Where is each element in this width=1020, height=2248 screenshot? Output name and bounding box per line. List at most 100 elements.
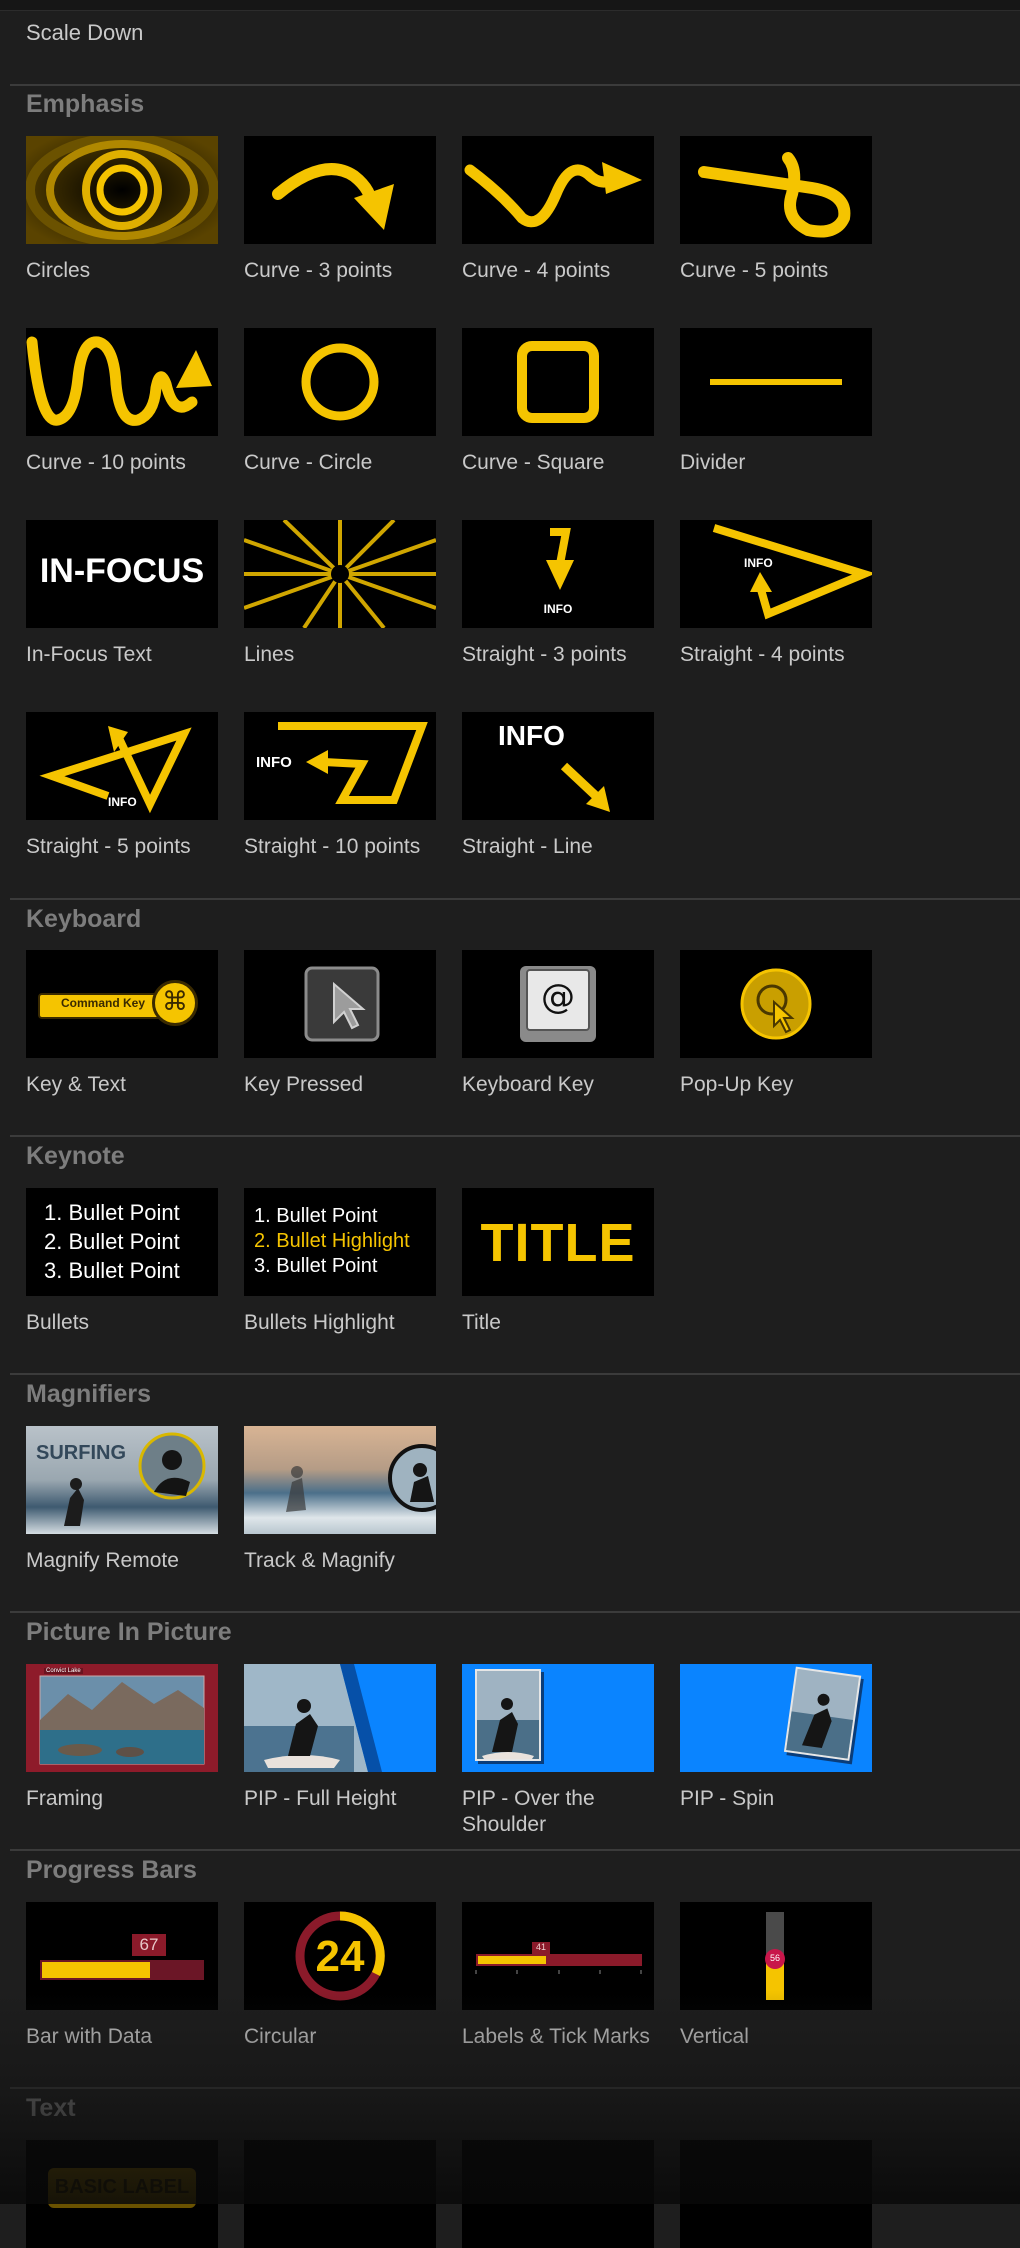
tile-label: PIP - Full Height xyxy=(244,1787,397,1810)
key-pressed-thumbnail xyxy=(244,950,436,1058)
tile-divider[interactable]: Divider xyxy=(680,328,872,476)
straight-10-points-thumbnail: INFO xyxy=(244,712,436,820)
text-thumbnail xyxy=(244,2140,436,2248)
circular-thumbnail: 24 xyxy=(244,1902,436,2010)
bar-value: 67 xyxy=(139,1935,159,1954)
tile-straight-10-points[interactable]: INFO Straight - 10 points xyxy=(244,712,436,860)
pip-spin-thumbnail xyxy=(680,1664,872,1772)
tile-label: Curve - 4 points xyxy=(462,259,611,282)
info-label: INFO xyxy=(744,556,773,570)
tile-bullets[interactable]: 1. Bullet Point 2. Bullet Point 3. Bulle… xyxy=(26,1188,218,1336)
tile-label: Curve - 3 points xyxy=(244,259,393,282)
tile-magnify-remote[interactable]: SURFING Magnify Remote xyxy=(26,1426,218,1574)
lines-thumbnail xyxy=(244,520,436,628)
labels-tick-marks-thumbnail: 41 xyxy=(462,1902,654,2010)
info-label: INFO xyxy=(498,720,565,751)
tile-curve-circle[interactable]: Curve - Circle xyxy=(244,328,436,476)
top-edge xyxy=(0,0,1020,11)
tile-title[interactable]: TITLE Title xyxy=(462,1188,654,1336)
section-title-emphasis: Emphasis xyxy=(26,90,145,118)
tile-track-and-magnify[interactable]: Track & Magnify xyxy=(244,1426,436,1574)
magnify-remote-thumbnail: SURFING xyxy=(26,1426,218,1534)
bullet-line: 3. Bullet Point xyxy=(44,1258,180,1283)
keyboard-key-thumbnail: @ xyxy=(462,950,654,1058)
straight-line-thumbnail: INFO xyxy=(462,712,654,820)
tile-straight-3-points[interactable]: INFO Straight - 3 points xyxy=(462,520,654,668)
section-divider xyxy=(10,1135,1020,1137)
tile-label: Track & Magnify xyxy=(244,1549,395,1572)
tile-text-3[interactable] xyxy=(462,2140,654,2248)
curve-3-points-thumbnail xyxy=(244,136,436,244)
tile-labels-tick-marks[interactable]: 41 Labels & Tick Marks xyxy=(462,1902,654,2050)
tile-straight-5-points[interactable]: INFO Straight - 5 points xyxy=(26,712,218,860)
section-title-progress-bars: Progress Bars xyxy=(26,1856,197,1884)
section-title-keyboard: Keyboard xyxy=(26,905,142,933)
tile-label: Framing xyxy=(26,1787,104,1810)
tile-label: Bullets xyxy=(26,1311,90,1334)
section-title-keynote: Keynote xyxy=(26,1142,125,1170)
tile-vertical[interactable]: 56 Vertical xyxy=(680,1902,872,2050)
tile-basic-label[interactable]: BASIC LABEL xyxy=(26,2140,218,2248)
section-divider xyxy=(10,84,1020,86)
section-divider xyxy=(10,2087,1020,2089)
pip-full-height-thumbnail xyxy=(244,1664,436,1772)
tile-straight-line[interactable]: INFO Straight - Line xyxy=(462,712,654,860)
curve-square-thumbnail xyxy=(462,328,654,436)
tile-label: Bullets Highlight xyxy=(244,1311,395,1334)
tile-keyboard-key[interactable]: @ Keyboard Key xyxy=(462,950,654,1098)
tile-lines[interactable]: Lines xyxy=(244,520,436,668)
tile-label: Magnify Remote xyxy=(26,1549,179,1572)
tile-circles[interactable]: Circles xyxy=(26,136,218,284)
curve-5-points-thumbnail xyxy=(680,136,872,244)
tile-label: Vertical xyxy=(680,2025,749,2048)
tile-curve-square[interactable]: Curve - Square xyxy=(462,328,654,476)
tile-straight-4-points[interactable]: INFO Straight - 4 points xyxy=(680,520,872,668)
key-and-text-thumbnail: Command Key ⌘ xyxy=(26,950,218,1058)
basic-label-thumbnail: BASIC LABEL xyxy=(26,2140,218,2248)
tile-curve-10-points[interactable]: Curve - 10 points xyxy=(26,328,218,476)
bullet-line: 2. Bullet Point xyxy=(44,1229,180,1254)
tile-label: Curve - 10 points xyxy=(26,451,186,474)
vertical-thumbnail: 56 xyxy=(680,1902,872,2010)
tile-in-focus-text[interactable]: IN-FOCUS In-Focus Text xyxy=(26,520,218,668)
bullet-line-highlighted: 2. Bullet Highlight xyxy=(254,1230,410,1252)
text-thumbnail xyxy=(462,2140,654,2248)
tile-curve-3-points[interactable]: Curve - 3 points xyxy=(244,136,436,284)
info-label: INFO xyxy=(256,754,292,771)
command-symbol-icon: ⌘ xyxy=(162,987,188,1017)
text-thumbnail xyxy=(680,2140,872,2248)
tile-bullets-highlight[interactable]: 1. Bullet Point 2. Bullet Highlight 3. B… xyxy=(244,1188,436,1336)
scale-down-item[interactable]: Scale Down xyxy=(26,20,143,46)
tile-key-pressed[interactable]: Key Pressed xyxy=(244,950,436,1098)
straight-3-points-thumbnail: INFO xyxy=(462,520,654,628)
tile-label: Title xyxy=(462,1311,501,1334)
tile-key-and-text[interactable]: Command Key ⌘ Key & Text xyxy=(26,950,218,1098)
tile-label: Labels & Tick Marks xyxy=(462,2025,650,2048)
tile-label: Curve - Circle xyxy=(244,451,373,474)
curve-4-points-thumbnail xyxy=(462,136,654,244)
tile-circular[interactable]: 24 Circular xyxy=(244,1902,436,2050)
tile-pip-over-the-shoulder[interactable]: PIP - Over the Shoulder xyxy=(462,1664,654,1838)
straight-5-points-thumbnail: INFO xyxy=(26,712,218,820)
bullets-highlight-thumbnail: 1. Bullet Point 2. Bullet Highlight 3. B… xyxy=(244,1188,436,1296)
at-key-symbol: @ xyxy=(541,977,575,1017)
section-title-text: Text xyxy=(26,2094,76,2122)
ticks-value: 41 xyxy=(535,1942,546,1952)
tile-text-4[interactable] xyxy=(680,2140,872,2248)
tile-pip-spin[interactable]: PIP - Spin xyxy=(680,1664,872,1812)
framing-thumbnail: Convict Lake xyxy=(26,1664,218,1772)
section-divider xyxy=(10,1373,1020,1375)
tile-label: Key & Text xyxy=(26,1073,126,1096)
tile-framing[interactable]: Convict Lake Framing xyxy=(26,1664,218,1812)
tile-bar-with-data[interactable]: 67 Bar with Data xyxy=(26,1902,218,2050)
bullet-line: 1. Bullet Point xyxy=(44,1200,180,1225)
tile-curve-4-points[interactable]: Curve - 4 points xyxy=(462,136,654,284)
bullet-line: 1. Bullet Point xyxy=(254,1205,378,1227)
tile-label: Divider xyxy=(680,451,746,474)
tile-text-2[interactable] xyxy=(244,2140,436,2248)
tile-label: Straight - 10 points xyxy=(244,835,421,858)
tile-curve-5-points[interactable]: Curve - 5 points xyxy=(680,136,872,284)
tile-pop-up-key[interactable]: Pop-Up Key xyxy=(680,950,872,1098)
tile-pip-full-height[interactable]: PIP - Full Height xyxy=(244,1664,436,1812)
tile-label: Bar with Data xyxy=(26,2025,153,2048)
